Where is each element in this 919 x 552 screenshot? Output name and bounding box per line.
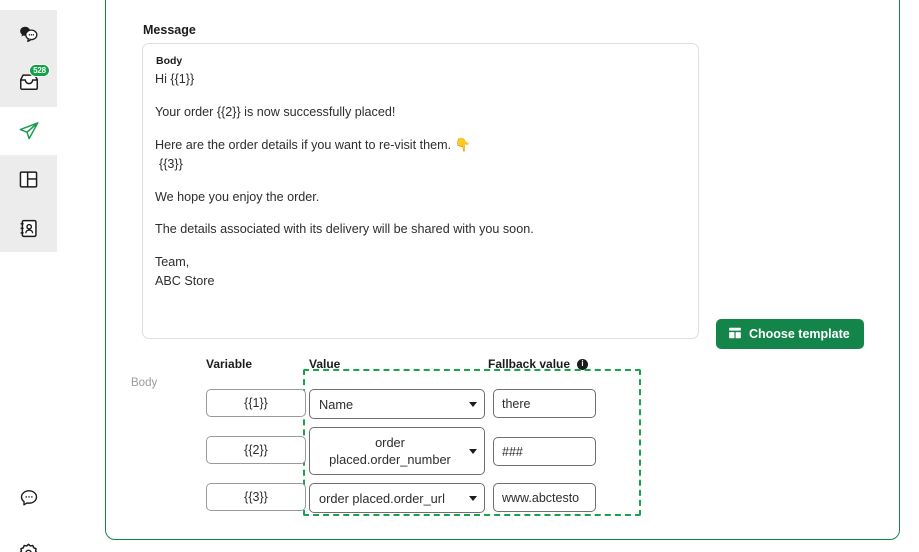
choose-template-button[interactable]: Choose template xyxy=(716,319,864,349)
sidebar-item-templates[interactable] xyxy=(0,155,57,203)
variable-section-label: Body xyxy=(131,377,158,389)
contacts-icon xyxy=(18,218,39,239)
message-line-order: Your order {{2}} is now successfully pla… xyxy=(155,104,396,119)
sidebar-item-inbox[interactable]: 528 xyxy=(0,58,57,106)
message-signature-store: ABC Store xyxy=(155,273,215,288)
info-icon[interactable]: i xyxy=(577,358,589,370)
templates-icon xyxy=(18,169,39,190)
template-editor-panel: Message Body Hi {{1}} Your order {{2}} i… xyxy=(105,0,900,540)
column-header-fallback-label: Fallback value xyxy=(488,357,571,371)
left-icon-rail: 528 xyxy=(0,0,57,552)
inbox-unread-badge: 528 xyxy=(29,64,50,77)
value-dropdown-2[interactable]: order placed.order_number xyxy=(309,427,485,475)
message-line-delivery: The details associated with its delivery… xyxy=(155,222,534,236)
variable-pill-1[interactable]: {{1}} xyxy=(206,389,306,417)
value-dropdown-3[interactable]: order placed.order_url xyxy=(309,483,485,513)
variable-mapping-table: Variable Value Fallback value i Body {{1… xyxy=(131,346,661,526)
support-chat-icon xyxy=(19,488,39,508)
page-title: Message xyxy=(143,23,196,37)
message-line-greeting: Hi {{1}} xyxy=(155,72,195,86)
fallback-input-1[interactable] xyxy=(493,389,596,418)
sidebar-item-settings[interactable] xyxy=(0,528,57,552)
column-header-variable: Variable xyxy=(206,357,253,371)
sidebar-item-broadcast[interactable] xyxy=(0,107,57,155)
fallback-input-2[interactable] xyxy=(493,437,596,466)
choose-template-label: Choose template xyxy=(749,327,850,341)
value-dropdown-2-line2: placed.order_number xyxy=(329,452,451,467)
message-line-enjoy: We hope you enjoy the order. xyxy=(155,189,320,204)
settings-gear-icon xyxy=(18,542,39,552)
send-broadcast-icon xyxy=(18,120,40,142)
sidebar-item-chats[interactable] xyxy=(0,10,57,58)
chevron-down-icon xyxy=(462,401,484,407)
value-dropdown-3-text: order placed.order_url xyxy=(319,490,445,506)
sidebar-item-contacts[interactable] xyxy=(0,204,57,252)
chevron-down-icon xyxy=(462,448,484,454)
value-dropdown-1[interactable]: Name xyxy=(309,389,485,419)
value-dropdown-2-line1: order xyxy=(375,435,405,450)
app-root: 528 Message Body Hi {{1}} Your order {{2… xyxy=(0,0,919,552)
template-grid-icon xyxy=(728,326,742,343)
sidebar-item-support[interactable] xyxy=(0,474,57,522)
message-line-url-variable: {{3}} xyxy=(159,157,183,171)
fallback-input-3[interactable] xyxy=(493,483,596,512)
pointing-down-emoji: 👇 xyxy=(454,137,471,152)
variable-pill-3[interactable]: {{3}} xyxy=(206,483,306,511)
message-body-card[interactable]: Body Hi {{1}} Your order {{2}} is now su… xyxy=(142,43,699,339)
value-dropdown-1-text: Name xyxy=(319,396,354,412)
message-body-label: Body xyxy=(156,55,183,67)
message-signature-team: Team, xyxy=(155,254,190,269)
chevron-down-icon xyxy=(462,495,484,501)
message-body-text: Hi {{1}} Your order {{2}} is now success… xyxy=(155,70,686,291)
column-header-fallback: Fallback value i xyxy=(488,357,589,371)
message-line-details-text: Here are the order details if you want t… xyxy=(155,138,452,152)
column-header-value: Value xyxy=(309,357,341,371)
variable-pill-2[interactable]: {{2}} xyxy=(206,436,306,464)
chats-icon xyxy=(18,24,39,45)
message-line-signature: Team, ABC Store xyxy=(155,253,686,291)
value-dropdown-2-text: order placed.order_number xyxy=(310,434,462,468)
message-line-details: Here are the order details if you want t… xyxy=(155,135,686,174)
